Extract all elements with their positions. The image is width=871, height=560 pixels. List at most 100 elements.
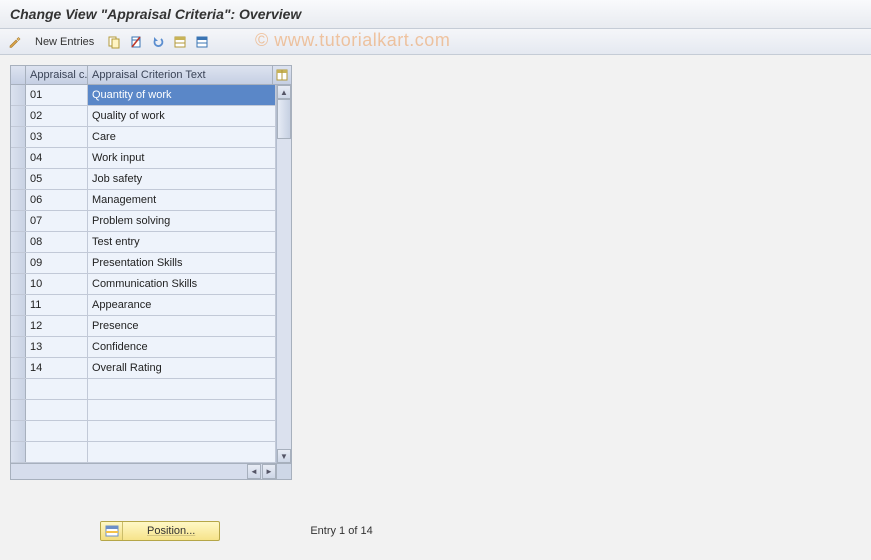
cell-text[interactable]: Problem solving bbox=[88, 211, 276, 231]
cell-text[interactable]: Management bbox=[88, 190, 276, 210]
cell-code[interactable]: 05 bbox=[26, 169, 88, 189]
table-row[interactable]: 06Management bbox=[11, 190, 276, 211]
row-selector[interactable] bbox=[11, 232, 26, 252]
deselect-all-button[interactable] bbox=[193, 33, 211, 51]
cell-text[interactable]: Appearance bbox=[88, 295, 276, 315]
grid-header-code[interactable]: Appraisal c... bbox=[26, 66, 88, 84]
cell-text[interactable]: Confidence bbox=[88, 337, 276, 357]
hscroll-right-button[interactable]: ► bbox=[262, 464, 276, 479]
copy-as-button[interactable] bbox=[105, 33, 123, 51]
scroll-track[interactable] bbox=[277, 139, 291, 449]
table-row[interactable]: 05Job safety bbox=[11, 169, 276, 190]
delete-button[interactable] bbox=[127, 33, 145, 51]
table-row[interactable]: 04Work input bbox=[11, 148, 276, 169]
cell-text[interactable]: Quantity of work bbox=[88, 85, 276, 105]
cell-code[interactable]: 11 bbox=[26, 295, 88, 315]
row-selector[interactable] bbox=[11, 85, 26, 105]
row-selector[interactable] bbox=[11, 337, 26, 357]
cell-text[interactable]: Test entry bbox=[88, 232, 276, 252]
toggle-display-change-button[interactable] bbox=[6, 33, 24, 51]
pencil-glasses-icon bbox=[8, 35, 22, 49]
grid-header-text[interactable]: Appraisal Criterion Text bbox=[88, 66, 273, 84]
row-selector[interactable] bbox=[11, 190, 26, 210]
cell-code[interactable]: 09 bbox=[26, 253, 88, 273]
cell-code[interactable] bbox=[26, 400, 88, 420]
cell-text[interactable]: Overall Rating bbox=[88, 358, 276, 378]
cell-text[interactable]: Care bbox=[88, 127, 276, 147]
cell-code[interactable] bbox=[26, 379, 88, 399]
delete-icon bbox=[129, 35, 143, 49]
row-selector[interactable] bbox=[11, 274, 26, 294]
grid-body: 01Quantity of work02Quality of work03Car… bbox=[11, 85, 291, 463]
table-row[interactable]: 01Quantity of work bbox=[11, 85, 276, 106]
table-row[interactable]: 03Care bbox=[11, 127, 276, 148]
row-selector[interactable] bbox=[11, 253, 26, 273]
cell-text[interactable] bbox=[88, 379, 276, 399]
select-all-button[interactable] bbox=[171, 33, 189, 51]
table-row[interactable]: 14Overall Rating bbox=[11, 358, 276, 379]
cell-code[interactable]: 02 bbox=[26, 106, 88, 126]
table-row[interactable]: 13Confidence bbox=[11, 337, 276, 358]
row-selector[interactable] bbox=[11, 106, 26, 126]
cell-text[interactable]: Presence bbox=[88, 316, 276, 336]
table-row[interactable]: 09Presentation Skills bbox=[11, 253, 276, 274]
row-selector[interactable] bbox=[11, 442, 26, 462]
grid-header-text-label: Appraisal Criterion Text bbox=[92, 69, 206, 81]
table-row[interactable] bbox=[11, 379, 276, 400]
hscroll-left-button[interactable]: ◄ bbox=[247, 464, 261, 479]
scroll-thumb[interactable] bbox=[277, 99, 291, 139]
table-row[interactable]: 02Quality of work bbox=[11, 106, 276, 127]
row-selector[interactable] bbox=[11, 316, 26, 336]
row-selector[interactable] bbox=[11, 211, 26, 231]
table-row[interactable]: 07Problem solving bbox=[11, 211, 276, 232]
table-row[interactable]: 08Test entry bbox=[11, 232, 276, 253]
cell-code[interactable]: 08 bbox=[26, 232, 88, 252]
row-selector[interactable] bbox=[11, 127, 26, 147]
cell-text[interactable]: Presentation Skills bbox=[88, 253, 276, 273]
row-selector[interactable] bbox=[11, 169, 26, 189]
table-row[interactable] bbox=[11, 442, 276, 463]
row-selector[interactable] bbox=[11, 421, 26, 441]
cell-text[interactable] bbox=[88, 442, 276, 462]
row-selector[interactable] bbox=[11, 295, 26, 315]
new-entries-button[interactable]: New Entries bbox=[28, 33, 101, 51]
cell-code[interactable]: 14 bbox=[26, 358, 88, 378]
table-row[interactable]: 12Presence bbox=[11, 316, 276, 337]
undo-change-button[interactable] bbox=[149, 33, 167, 51]
grid-rows: 01Quantity of work02Quality of work03Car… bbox=[11, 85, 276, 463]
cell-code[interactable]: 01 bbox=[26, 85, 88, 105]
cell-text[interactable]: Work input bbox=[88, 148, 276, 168]
cell-code[interactable]: 13 bbox=[26, 337, 88, 357]
page-title: Change View "Appraisal Criteria": Overvi… bbox=[0, 0, 871, 29]
hscroll-track[interactable] bbox=[11, 464, 246, 479]
table-row[interactable]: 11Appearance bbox=[11, 295, 276, 316]
scroll-up-button[interactable]: ▲ bbox=[277, 85, 291, 99]
table-row[interactable] bbox=[11, 400, 276, 421]
cell-code[interactable] bbox=[26, 421, 88, 441]
row-selector[interactable] bbox=[11, 379, 26, 399]
cell-code[interactable]: 04 bbox=[26, 148, 88, 168]
grid-configure-button[interactable] bbox=[273, 66, 291, 84]
cell-code[interactable] bbox=[26, 442, 88, 462]
table-row[interactable] bbox=[11, 421, 276, 442]
row-selector[interactable] bbox=[11, 148, 26, 168]
cell-text[interactable] bbox=[88, 400, 276, 420]
scroll-down-button[interactable]: ▼ bbox=[277, 449, 291, 463]
vertical-scrollbar[interactable]: ▲ ▼ bbox=[276, 85, 291, 463]
cell-code[interactable]: 10 bbox=[26, 274, 88, 294]
cell-text[interactable]: Communication Skills bbox=[88, 274, 276, 294]
position-button[interactable]: Position... bbox=[100, 521, 220, 541]
cell-text[interactable]: Job safety bbox=[88, 169, 276, 189]
cell-code[interactable]: 03 bbox=[26, 127, 88, 147]
cell-text[interactable] bbox=[88, 421, 276, 441]
cell-code[interactable]: 07 bbox=[26, 211, 88, 231]
cell-text[interactable]: Quality of work bbox=[88, 106, 276, 126]
grid-header-selector[interactable] bbox=[11, 66, 26, 84]
position-label: Position... bbox=[123, 525, 219, 537]
cell-code[interactable]: 06 bbox=[26, 190, 88, 210]
table-row[interactable]: 10Communication Skills bbox=[11, 274, 276, 295]
cell-code[interactable]: 12 bbox=[26, 316, 88, 336]
grid-header-code-label: Appraisal c... bbox=[30, 69, 88, 81]
row-selector[interactable] bbox=[11, 358, 26, 378]
row-selector[interactable] bbox=[11, 400, 26, 420]
